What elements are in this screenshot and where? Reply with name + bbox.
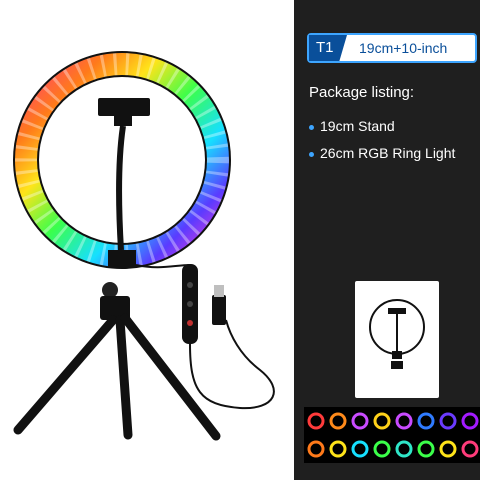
bullet-icon — [309, 124, 314, 130]
product-photo — [0, 0, 294, 480]
phone-holder — [98, 98, 150, 116]
package-item-label: 19cm Stand — [320, 118, 395, 134]
ring-thumbnail — [355, 281, 439, 398]
package-item-label: 26cm RGB Ring Light — [320, 145, 456, 161]
variant-label: 19cm+10-inch — [359, 40, 448, 56]
package-item: 19cm Stand — [309, 118, 395, 134]
product-image: T1 19cm+10-inch Package listing: 19cm St… — [0, 0, 480, 480]
color-swatches — [304, 407, 480, 463]
variant-tag: T1 — [309, 35, 347, 61]
ring-light-photo — [13, 51, 275, 441]
package-item: 26cm RGB Ring Light — [309, 145, 455, 161]
usb-plug — [212, 295, 226, 325]
variant-badge: T1 19cm+10-inch — [307, 33, 477, 63]
package-title: Package listing: — [309, 84, 415, 101]
bullet-icon — [309, 151, 314, 157]
